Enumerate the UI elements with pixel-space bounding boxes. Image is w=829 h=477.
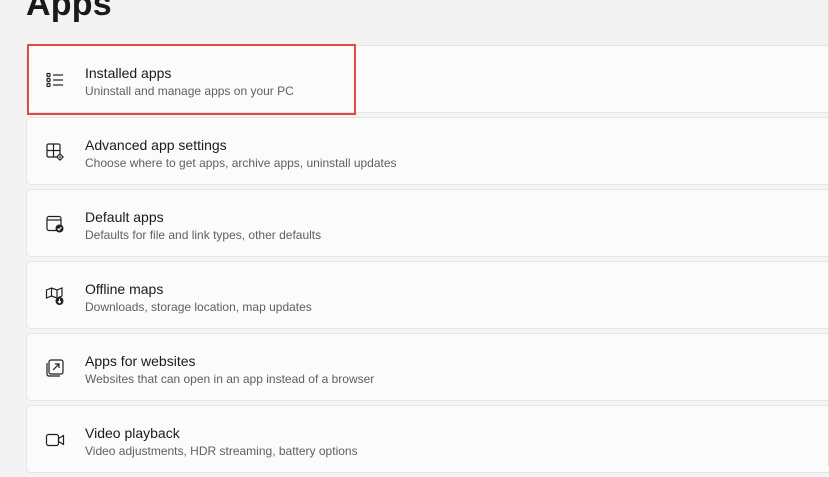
advanced-app-settings-icon: [45, 142, 65, 162]
offline-maps-item[interactable]: Offline maps Downloads, storage location…: [26, 261, 829, 329]
advanced-app-settings-item[interactable]: Advanced app settings Choose where to ge…: [26, 117, 829, 185]
apps-for-websites-item[interactable]: Apps for websites Websites that can open…: [26, 333, 829, 401]
item-title: Offline maps: [85, 281, 164, 297]
item-subtitle: Websites that can open in an app instead…: [85, 372, 375, 386]
item-title: Apps for websites: [85, 353, 196, 369]
default-apps-item[interactable]: Default apps Defaults for file and link …: [26, 189, 829, 257]
installed-apps-list-icon: [45, 70, 65, 90]
item-title: Installed apps: [85, 65, 172, 81]
item-subtitle: Choose where to get apps, archive apps, …: [85, 156, 397, 170]
item-subtitle: Uninstall and manage apps on your PC: [85, 84, 294, 98]
offline-maps-icon: [45, 286, 65, 306]
default-apps-icon: [45, 214, 65, 234]
video-playback-icon: [45, 430, 65, 450]
video-playback-item[interactable]: Video playback Video adjustments, HDR st…: [26, 405, 829, 473]
item-subtitle: Video adjustments, HDR streaming, batter…: [85, 444, 358, 458]
item-title: Default apps: [85, 209, 164, 225]
page-title: Apps: [26, 0, 112, 23]
item-subtitle: Defaults for file and link types, other …: [85, 228, 322, 242]
item-title: Advanced app settings: [85, 137, 227, 153]
settings-list: Installed apps Uninstall and manage apps…: [26, 45, 829, 477]
installed-apps-item[interactable]: Installed apps Uninstall and manage apps…: [26, 45, 829, 113]
apps-for-websites-icon: [45, 358, 65, 378]
item-title: Video playback: [85, 425, 180, 441]
item-subtitle: Downloads, storage location, map updates: [85, 300, 312, 314]
